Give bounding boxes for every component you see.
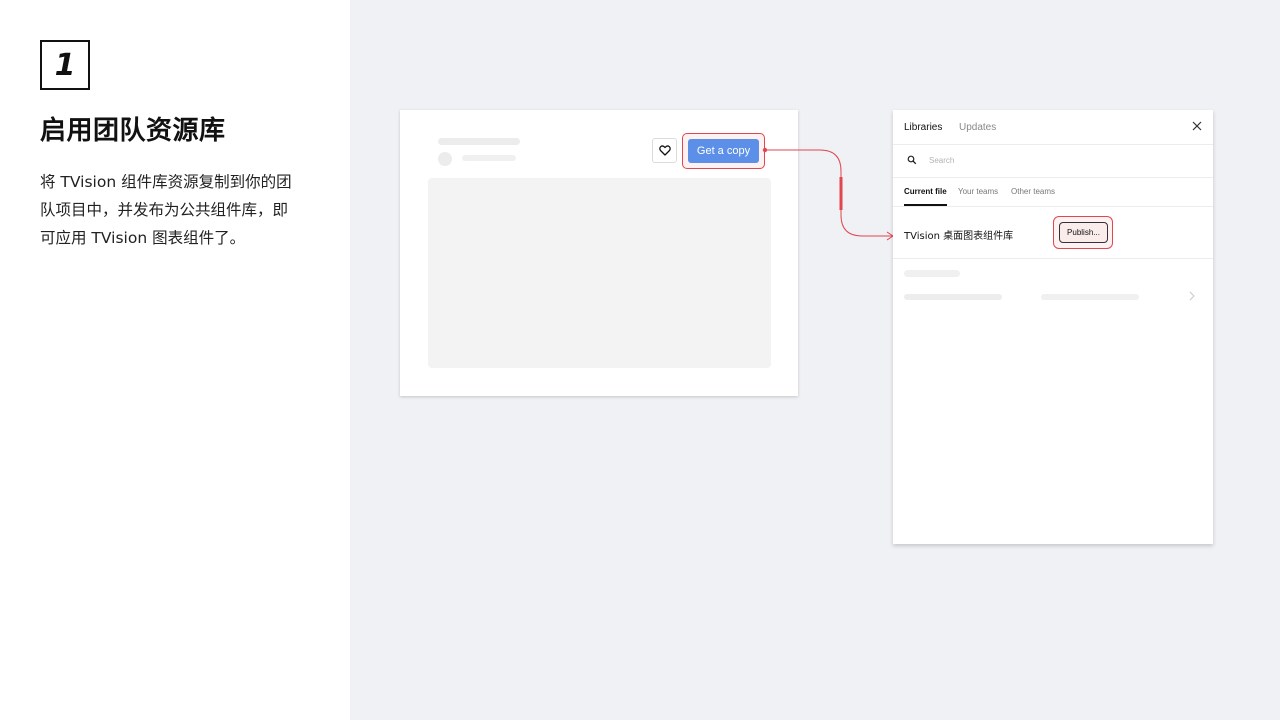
skeleton-author xyxy=(462,155,516,161)
library-name: TVision 桌面图表组件库 xyxy=(904,231,1014,242)
skeleton-library-meta xyxy=(1041,294,1139,300)
like-button[interactable] xyxy=(652,138,677,163)
skeleton-section-title xyxy=(904,270,960,277)
divider xyxy=(893,258,1213,259)
tab-your-teams[interactable]: Your teams xyxy=(958,187,998,196)
libraries-panel: Libraries Updates Search Current file Yo… xyxy=(893,110,1213,544)
tab-libraries[interactable]: Libraries xyxy=(904,122,942,133)
search-icon xyxy=(907,155,917,165)
chevron-right-icon[interactable] xyxy=(1189,291,1195,301)
get-a-copy-button[interactable]: Get a copy xyxy=(688,139,759,163)
tab-current-file[interactable]: Current file xyxy=(904,187,947,196)
skeleton-title xyxy=(438,138,520,145)
heart-icon xyxy=(658,145,671,156)
divider xyxy=(893,206,1213,207)
search-input[interactable]: Search xyxy=(929,156,954,165)
close-icon[interactable] xyxy=(1191,120,1203,132)
instruction-panel: 1 启用团队资源库 将 TVision 组件库资源复制到你的团队项目中，并发布为… xyxy=(0,0,350,720)
step-number-box: 1 xyxy=(40,40,90,90)
step-description: 将 TVision 组件库资源复制到你的团队项目中，并发布为公共组件库，即可应用… xyxy=(40,173,292,247)
step-title: 启用团队资源库 xyxy=(40,116,226,146)
divider xyxy=(893,144,1213,145)
skeleton-avatar xyxy=(438,152,452,166)
file-preview-placeholder xyxy=(428,178,771,368)
skeleton-library-row xyxy=(904,294,1002,300)
step-number: 1 xyxy=(54,47,76,83)
tab-other-teams[interactable]: Other teams xyxy=(1011,187,1055,196)
tab-updates[interactable]: Updates xyxy=(959,122,996,133)
divider xyxy=(893,177,1213,178)
publish-button[interactable]: Publish... xyxy=(1059,222,1108,243)
